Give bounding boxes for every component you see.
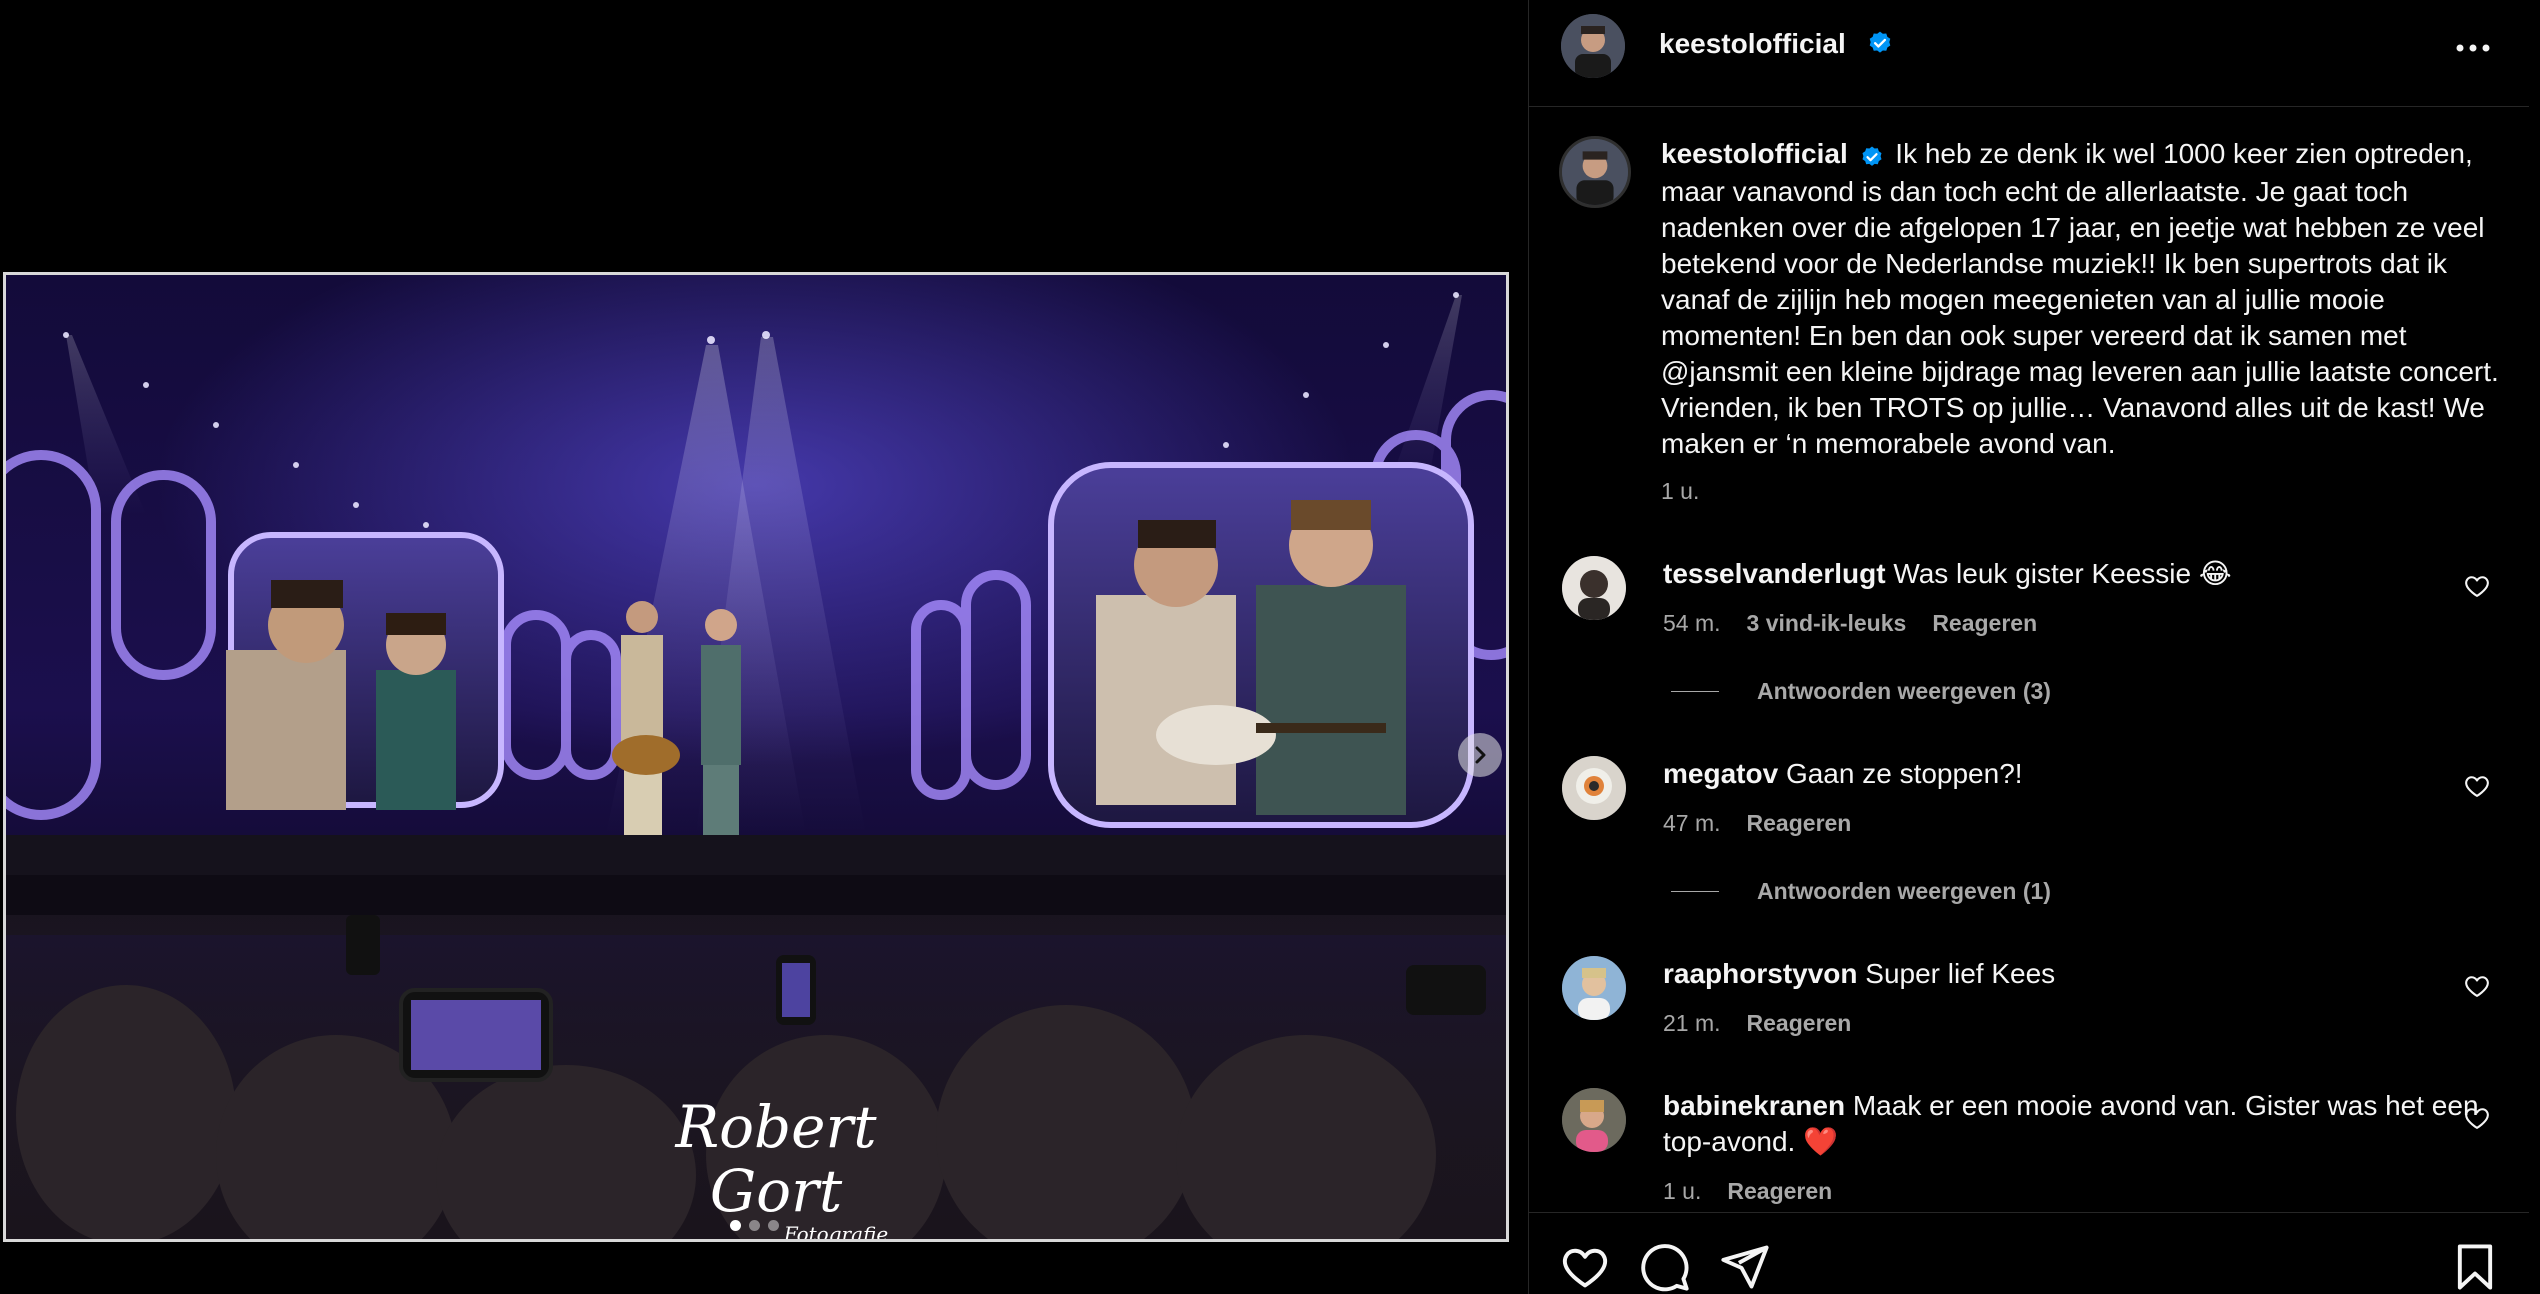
post-photo[interactable]: Robert Gort Fotografie	[3, 272, 1509, 1242]
heart-icon[interactable]	[2463, 572, 2491, 600]
commenter-username[interactable]: megatov	[1663, 758, 1778, 789]
caption-text: keestolofficial Ik heb ze denk ik wel 10…	[1661, 136, 2503, 462]
comment-timestamp[interactable]: 1 u.	[1663, 1178, 1701, 1205]
commenter-avatar[interactable]	[1562, 756, 1626, 820]
commenter-username[interactable]: babinekranen	[1663, 1090, 1845, 1121]
view-replies-label: Antwoorden weergeven (1)	[1757, 878, 2051, 904]
comment-text: babinekranen Maak er een mooie avond van…	[1663, 1088, 2483, 1160]
author-avatar[interactable]	[1559, 136, 1631, 208]
comment-meta: 21 m. Reageren	[1663, 1010, 1851, 1037]
replies-divider-line	[1671, 691, 1719, 692]
comment-meta: 47 m. Reageren	[1663, 810, 1851, 837]
comment-body: Was leuk gister Keessie 😂	[1893, 558, 2232, 589]
post-sidebar: keestolofficial keestolofficial Ik heb z	[1528, 0, 2529, 1294]
view-replies-button[interactable]: Antwoorden weergeven (3)	[1671, 678, 2051, 705]
commenter-avatar[interactable]	[1562, 556, 1626, 620]
commenter-avatar-image	[1562, 556, 1626, 620]
carousel-dot	[749, 1220, 760, 1231]
verified-badge-icon	[1860, 138, 1884, 174]
heart-icon[interactable]	[1559, 1241, 1611, 1293]
comment-timestamp[interactable]: 54 m.	[1663, 610, 1721, 637]
commenter-username[interactable]: raaphorstyvon	[1663, 958, 1858, 989]
comment-meta: 54 m. 3 vind-ik-leuks Reageren	[1663, 610, 2037, 637]
heart-icon[interactable]	[2463, 1104, 2491, 1132]
reply-button[interactable]: Reageren	[1932, 610, 2037, 637]
reply-button[interactable]: Reageren	[1747, 1010, 1852, 1037]
chevron-right-icon	[1475, 746, 1486, 764]
caption-username[interactable]: keestolofficial	[1661, 138, 1848, 169]
comment-meta: 1 u. Reageren	[1663, 1178, 1832, 1205]
author-avatar[interactable]	[1561, 14, 1625, 78]
view-replies-label: Antwoorden weergeven (3)	[1757, 678, 2051, 704]
paper-plane-icon[interactable]	[1719, 1241, 1771, 1293]
commenter-username[interactable]: tesselvanderlugt	[1663, 558, 1886, 589]
commenter-avatar[interactable]	[1562, 1088, 1626, 1152]
comment-bubble-icon[interactable]	[1639, 1241, 1691, 1293]
comment-timestamp[interactable]: 47 m.	[1663, 810, 1721, 837]
carousel-indicator	[730, 1220, 779, 1231]
comment-text: tesselvanderlugt Was leuk gister Keessie…	[1663, 556, 2483, 592]
more-options-button[interactable]	[2453, 28, 2493, 68]
comment-body: Super lief Kees	[1865, 958, 2056, 989]
heart-icon[interactable]	[2463, 972, 2491, 1000]
author-avatar-image	[1561, 14, 1625, 78]
caption-body: Ik heb ze denk ik wel 1000 keer zien opt…	[1661, 138, 2499, 459]
commenter-avatar[interactable]	[1562, 956, 1626, 1020]
comment-timestamp[interactable]: 21 m.	[1663, 1010, 1721, 1037]
carousel-next-button[interactable]	[1458, 733, 1502, 777]
reply-button[interactable]: Reageren	[1727, 1178, 1832, 1205]
carousel-dot	[730, 1220, 741, 1231]
commenter-avatar-image	[1562, 1088, 1626, 1152]
caption-timestamp[interactable]: 1 u.	[1661, 478, 1699, 505]
comment-body: Gaan ze stoppen?!	[1785, 758, 2023, 789]
verified-badge-icon	[1867, 30, 1893, 61]
commenter-avatar-image	[1562, 756, 1626, 820]
author-avatar-image	[1562, 139, 1628, 205]
view-replies-button[interactable]: Antwoorden weergeven (1)	[1671, 878, 2051, 905]
reply-button[interactable]: Reageren	[1747, 810, 1852, 837]
post-action-bar	[1529, 1212, 2529, 1294]
comment-text: raaphorstyvon Super lief Kees	[1663, 956, 2483, 992]
author-username[interactable]: keestolofficial	[1659, 28, 1846, 60]
replies-divider-line	[1671, 891, 1719, 892]
comment-likes-count[interactable]: 3 vind-ik-leuks	[1747, 610, 1907, 637]
bookmark-icon[interactable]	[2449, 1241, 2501, 1293]
comment-text: megatov Gaan ze stoppen?!	[1663, 756, 2483, 792]
heart-icon[interactable]	[2463, 772, 2491, 800]
media-pane: Robert Gort Fotografie	[0, 0, 1528, 1294]
post-header: keestolofficial	[1529, 0, 2529, 107]
carousel-dot	[768, 1220, 779, 1231]
commenter-avatar-image	[1562, 956, 1626, 1020]
more-options-icon	[2456, 44, 2490, 52]
